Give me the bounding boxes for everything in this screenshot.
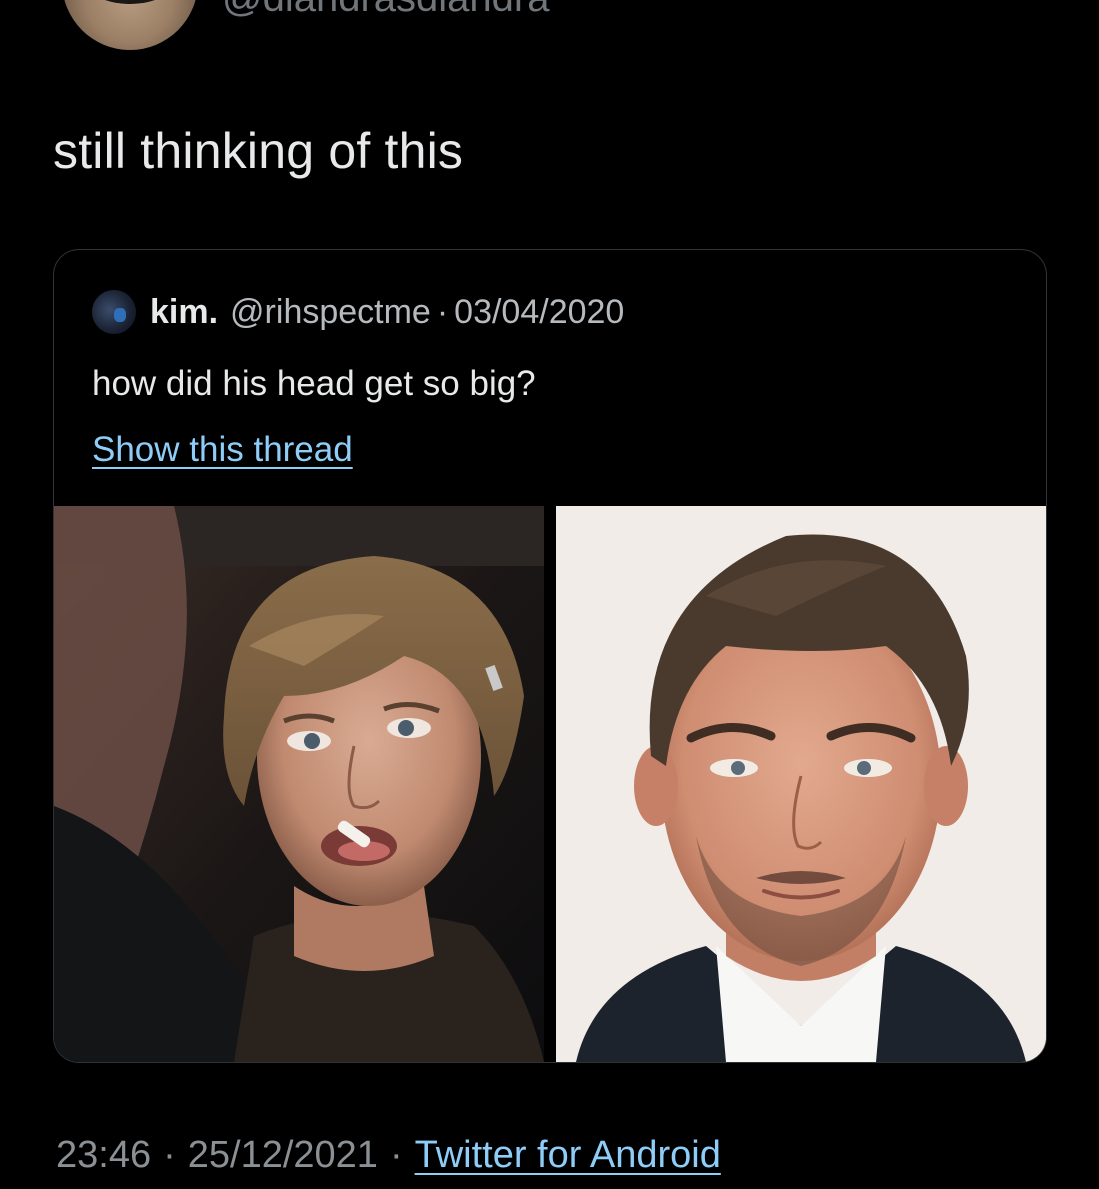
quoted-tweet-date[interactable]: 03/04/2020 (454, 293, 624, 332)
show-thread-link[interactable]: Show this thread (92, 430, 353, 470)
tweet-text: still thinking of this (53, 123, 464, 179)
meta-separator: · (163, 1134, 176, 1176)
tweet-meta: 23:46 · 25/12/2021 · Twitter for Android (56, 1134, 721, 1177)
tweet-time[interactable]: 23:46 (56, 1134, 151, 1177)
tweet-date[interactable]: 25/12/2021 (188, 1134, 378, 1177)
quoted-author-avatar[interactable] (92, 290, 136, 334)
quoted-tweet-card[interactable]: kim. @rihspectme · 03/04/2020 how did hi… (53, 249, 1047, 1063)
quoted-author-name[interactable]: kim. (150, 293, 218, 332)
header-separator: · (436, 292, 449, 331)
quoted-author-handle[interactable]: @rihspectme (230, 293, 431, 332)
author-avatar[interactable] (62, 0, 198, 50)
meta-separator: · (389, 1134, 403, 1176)
author-handle[interactable]: @diandrasdiandra (222, 0, 549, 18)
quoted-tweet-header: kim. @rihspectme · 03/04/2020 (92, 290, 624, 334)
quoted-tweet-text: how did his head get so big? (92, 364, 536, 403)
photo-older-man-in-suit[interactable] (556, 506, 1046, 1062)
photo-young-man-with-cigarette[interactable] (54, 506, 544, 1062)
media-divider (544, 506, 556, 1062)
tweet-source-link[interactable]: Twitter for Android (415, 1134, 721, 1177)
